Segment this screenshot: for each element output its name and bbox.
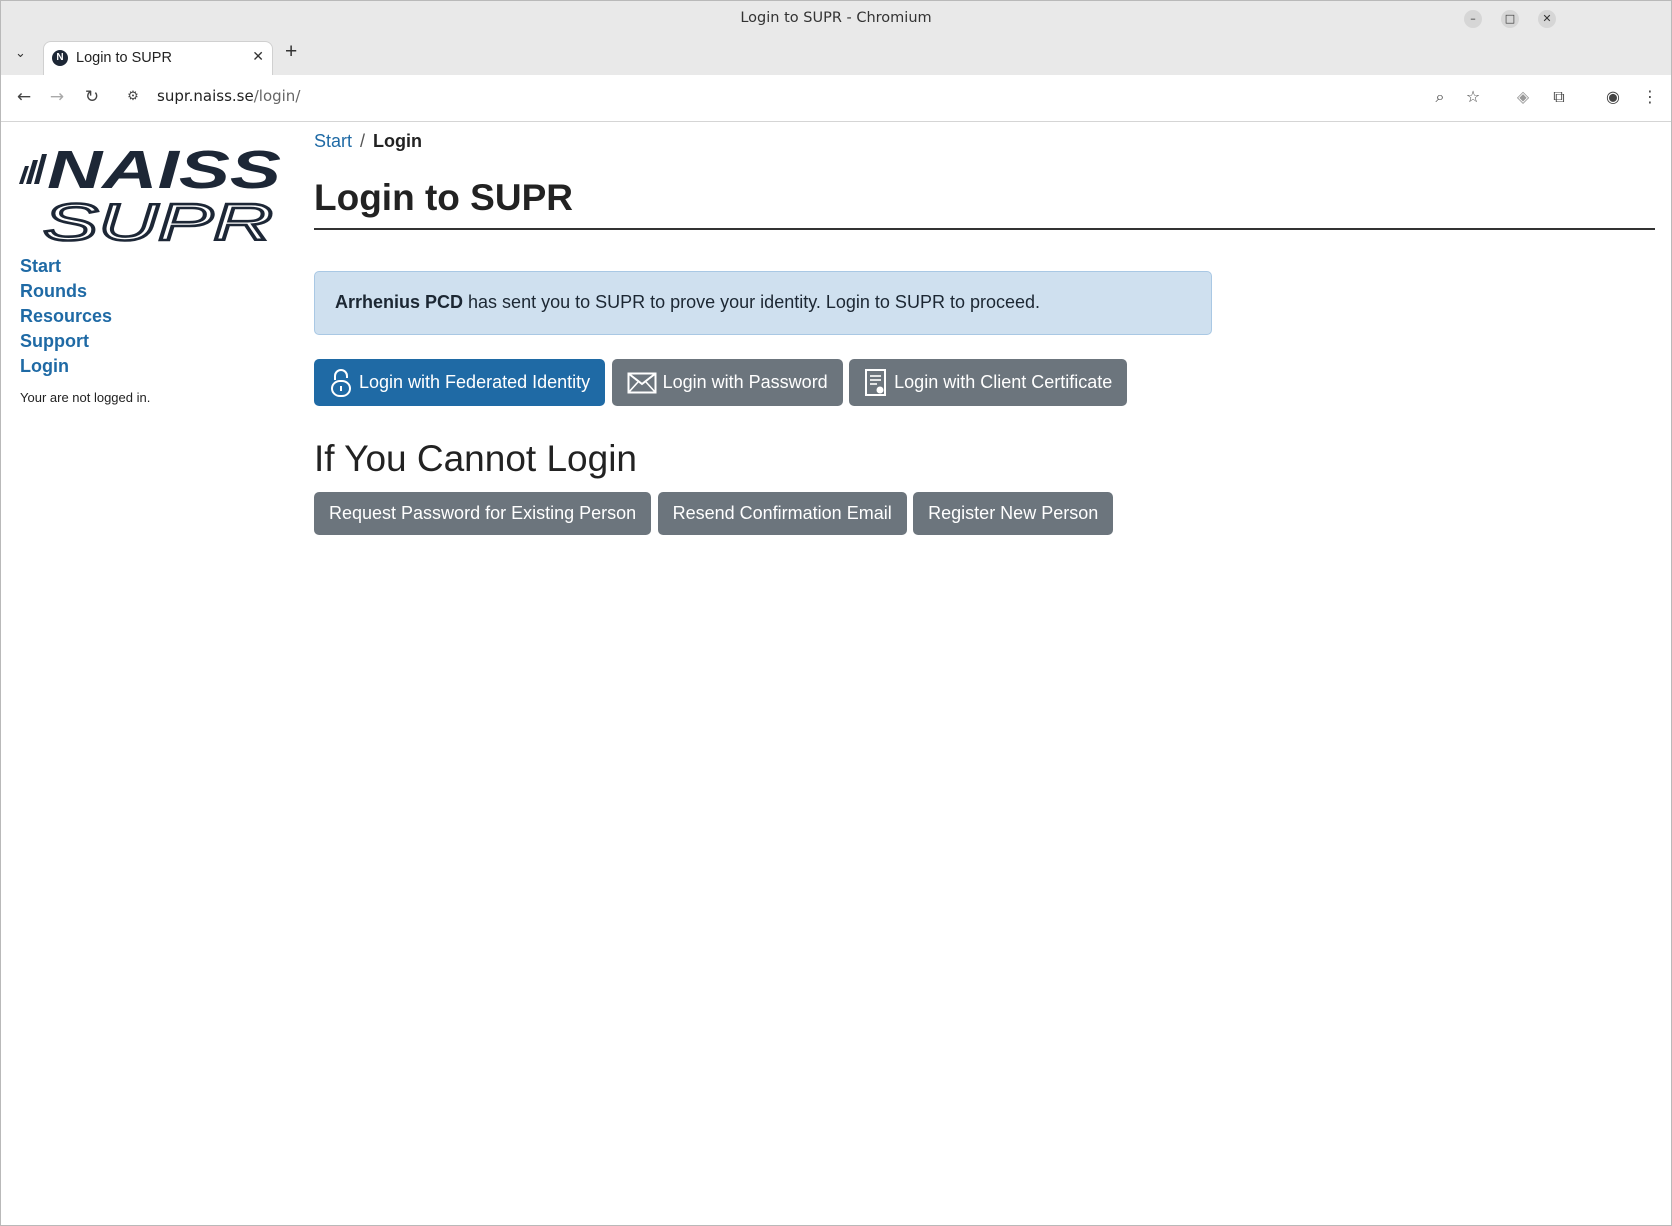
help-buttons: Request Password for Existing Person Res… [314,492,1115,535]
alert-service-name: Arrhenius PCD [335,292,464,312]
alert-text: has sent you to SUPR to prove your ident… [463,292,1041,312]
envelope-icon [627,372,657,393]
sidebar-item-start[interactable]: Start [20,254,112,279]
breadcrumb: Start / Login [314,131,422,152]
reload-icon[interactable]: ↻ [81,86,103,108]
lock-icon [331,368,351,397]
register-person-button[interactable]: Register New Person [913,492,1114,535]
profile-icon[interactable]: ◉ [1602,86,1624,108]
maximize-icon[interactable]: □ [1501,10,1519,28]
menu-icon[interactable]: ⋮ [1639,86,1661,108]
page-content: NAISS SUPR Start Rounds Resources Suppor… [1,122,1671,1225]
title-divider [314,228,1655,230]
sidebar-item-login[interactable]: Login [20,354,112,379]
browser-window: Login to SUPR - Chromium – □ ✕ ⌄ N Login… [0,0,1672,1226]
naiss-supr-logo[interactable]: NAISS SUPR [19,136,284,246]
tab-label: Login to SUPR [76,50,172,66]
url-host: supr.naiss.se [157,87,254,105]
site-info-icon[interactable]: ⚙ [122,86,144,108]
breadcrumb-start-link[interactable]: Start [314,131,352,151]
page-title: Login to SUPR [314,177,573,218]
sidebar-item-support[interactable]: Support [20,329,112,354]
back-icon[interactable]: ← [13,86,35,108]
url-field[interactable]: supr.naiss.se/login/ [157,87,300,105]
sidebar-nav: Start Rounds Resources Support Login [20,254,112,379]
tab-search-icon[interactable]: ⌄ [15,45,26,61]
bookmark-star-icon[interactable]: ☆ [1462,86,1484,108]
address-toolbar: ← → ↻ ⚙ supr.naiss.se/login/ ⌕ ☆ ◈ ⧉ ◉ ⋮ [1,75,1671,122]
login-buttons: Login with Federated Identity Login with… [314,359,1129,406]
close-tab-icon[interactable]: ✕ [252,48,264,65]
register-person-label: Register New Person [928,503,1099,523]
naiss-favicon-icon: N [52,50,68,66]
window-title: Login to SUPR - Chromium [740,10,932,26]
login-password-label: Login with Password [662,372,828,392]
extensions-icon[interactable]: ⧉ [1548,86,1570,108]
login-password-button[interactable]: Login with Password [611,359,843,406]
tab-strip: ⌄ N Login to SUPR ✕ + [1,35,1671,75]
minimize-icon[interactable]: – [1464,10,1482,28]
url-path: /login/ [253,87,301,105]
svg-text:NAISS: NAISS [47,140,281,200]
login-certificate-button[interactable]: Login with Client Certificate [849,359,1128,406]
login-federated-label: Login with Federated Identity [359,372,591,392]
resend-confirmation-label: Resend Confirmation Email [672,503,892,523]
sidebar-item-resources[interactable]: Resources [20,304,112,329]
request-password-button[interactable]: Request Password for Existing Person [314,492,652,535]
forward-icon[interactable]: → [46,86,68,108]
svg-text:SUPR: SUPR [43,194,273,246]
resend-confirmation-button[interactable]: Resend Confirmation Email [657,492,907,535]
translate-icon[interactable]: ◈ [1512,86,1534,108]
login-status: Your are not logged in. [20,390,151,405]
certificate-icon [865,368,887,396]
login-certificate-label: Login with Client Certificate [894,372,1113,392]
tab-login[interactable]: N Login to SUPR ✕ [43,41,273,75]
title-bar: Login to SUPR - Chromium – □ ✕ [1,1,1671,35]
sidebar-item-rounds[interactable]: Rounds [20,279,112,304]
breadcrumb-separator: / [360,131,366,151]
info-alert: Arrhenius PCD has sent you to SUPR to pr… [314,271,1212,335]
help-heading: If You Cannot Login [314,438,638,479]
close-window-icon[interactable]: ✕ [1538,10,1556,28]
login-federated-button[interactable]: Login with Federated Identity [314,359,606,406]
zoom-icon[interactable]: ⌕ [1429,86,1451,108]
new-tab-icon[interactable]: + [285,40,297,64]
request-password-label: Request Password for Existing Person [329,503,637,523]
breadcrumb-current: Login [373,131,423,151]
